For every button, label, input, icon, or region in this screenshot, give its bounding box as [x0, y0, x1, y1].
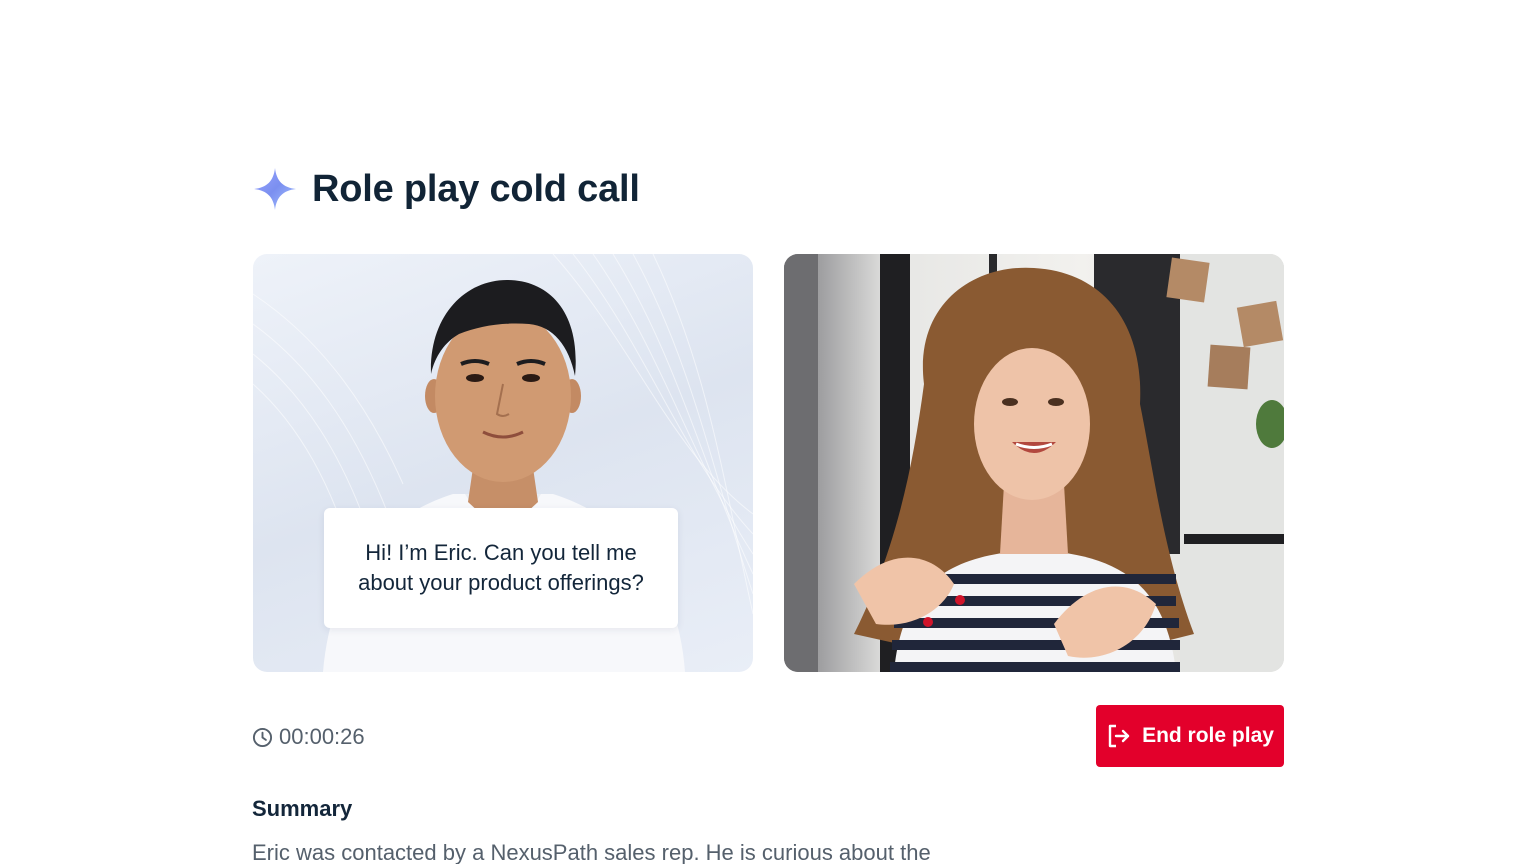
summary-heading: Summary	[252, 796, 353, 821]
sparkle-icon	[254, 168, 296, 210]
summary-text: Eric was contacted by a NexusPath sales …	[252, 840, 931, 864]
ai-avatar-video: Hi! I’m Eric. Can you tell me about your…	[253, 254, 753, 672]
page-title: Role play cold call	[312, 167, 640, 210]
exit-icon	[1108, 724, 1130, 748]
user-camera-illustration	[784, 254, 1284, 672]
user-camera-video	[784, 254, 1284, 672]
call-timer: 00:00:26	[252, 723, 365, 751]
end-role-play-label: End role play	[1142, 724, 1274, 747]
clock-icon	[252, 727, 273, 747]
ai-speech-bubble: Hi! I’m Eric. Can you tell me about your…	[324, 508, 678, 628]
end-role-play-button[interactable]: End role play	[1096, 705, 1284, 767]
page-header: Role play cold call	[252, 163, 640, 215]
role-play-page: Role play cold call Hi! I’m Eric. Can yo…	[0, 0, 1536, 864]
timer-value: 00:00:26	[279, 724, 365, 749]
